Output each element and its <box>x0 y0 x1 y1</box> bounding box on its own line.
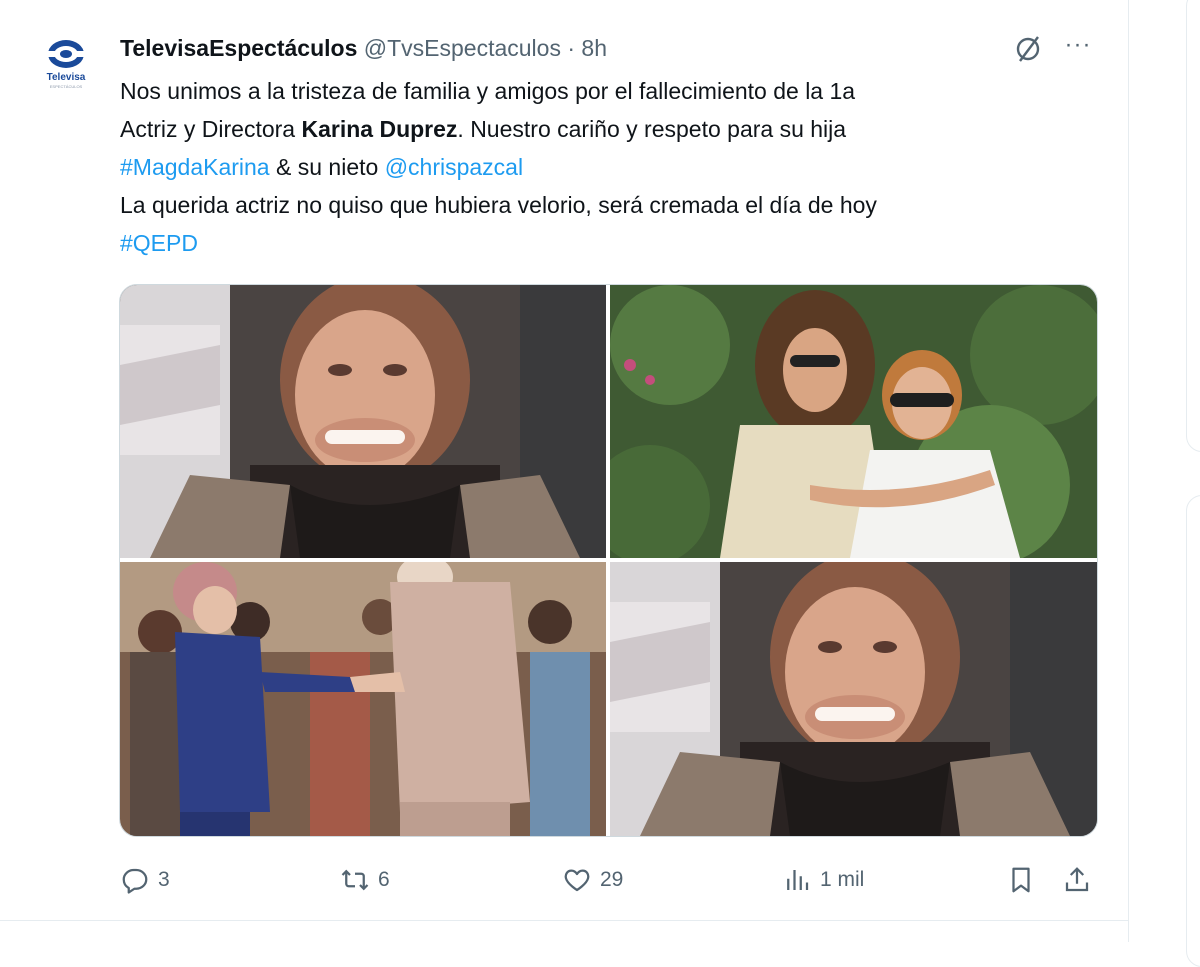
avatar-logo-text: Televisa <box>46 72 86 83</box>
tweet-text: Nos unimos a la tristeza de familia y am… <box>120 72 1100 262</box>
repost-count: 6 <box>378 868 390 891</box>
tweet-card[interactable]: Televisa ESPECTÁCULOS TelevisaEspectácul… <box>0 0 1128 920</box>
bookmark-icon <box>1012 867 1030 893</box>
reply-button[interactable]: 3 <box>120 858 170 902</box>
sidebar-card <box>1186 495 1200 967</box>
like-button[interactable]: 29 <box>562 858 623 902</box>
hashtag-link[interactable]: #MagdaKarina <box>120 154 270 180</box>
more-options-button[interactable]: ··· <box>1060 30 1096 60</box>
grok-icon <box>1016 36 1040 62</box>
views-chart-icon <box>787 870 809 890</box>
media-photo-4[interactable] <box>610 562 1097 836</box>
reply-icon <box>122 868 148 894</box>
separator-dot: · <box>567 35 576 61</box>
sidebar-card <box>1186 0 1200 452</box>
share-button[interactable] <box>1062 858 1100 902</box>
tweet-text-line-3-mid: & su nieto <box>269 154 385 180</box>
repost-icon <box>341 869 369 891</box>
reply-count: 3 <box>158 868 170 891</box>
tweet-header: TelevisaEspectáculos @TvsEspectaculos · … <box>120 33 607 63</box>
tweet-text-line-2-post: . Nuestro cariño y respeto para su hija <box>457 116 847 142</box>
hashtag-link[interactable]: #QEPD <box>120 230 198 256</box>
media-grid <box>119 284 1098 837</box>
grok-button[interactable] <box>1012 34 1046 64</box>
tweet-text-line-1: Nos unimos a la tristeza de familia y am… <box>120 78 856 104</box>
tweet-actions: 3 6 29 1 mil <box>0 858 1128 902</box>
mention-link[interactable]: @chrispazcal <box>385 154 523 180</box>
televisa-logo-icon <box>48 40 84 68</box>
timestamp[interactable]: 8h <box>581 35 607 61</box>
views-button[interactable]: 1 mil <box>782 858 864 902</box>
media-photo-2[interactable] <box>610 285 1097 558</box>
bookmark-button[interactable] <box>1006 858 1044 902</box>
tweet-text-line-2-pre: Actriz y Directora <box>120 116 302 142</box>
user-handle[interactable]: @TvsEspectaculos <box>364 35 561 61</box>
avatar-logo-sub: ESPECTÁCULOS <box>49 84 83 89</box>
media-photo-1[interactable] <box>120 285 606 558</box>
tweet-text-line-4: La querida actriz no quiso que hubiera v… <box>120 192 877 218</box>
media-photo-3[interactable] <box>120 562 606 836</box>
avatar[interactable]: Televisa ESPECTÁCULOS <box>36 38 96 94</box>
tweet-text-bold-name: Karina Duprez <box>301 116 458 142</box>
display-name[interactable]: TelevisaEspectáculos <box>120 35 357 61</box>
divider <box>0 920 1128 921</box>
like-count: 29 <box>600 868 624 891</box>
share-icon <box>1065 867 1089 892</box>
repost-button[interactable]: 6 <box>340 858 390 902</box>
heart-icon <box>564 869 590 892</box>
views-count: 1 mil <box>820 868 865 891</box>
more-dots-icon: ··· <box>1064 31 1092 58</box>
